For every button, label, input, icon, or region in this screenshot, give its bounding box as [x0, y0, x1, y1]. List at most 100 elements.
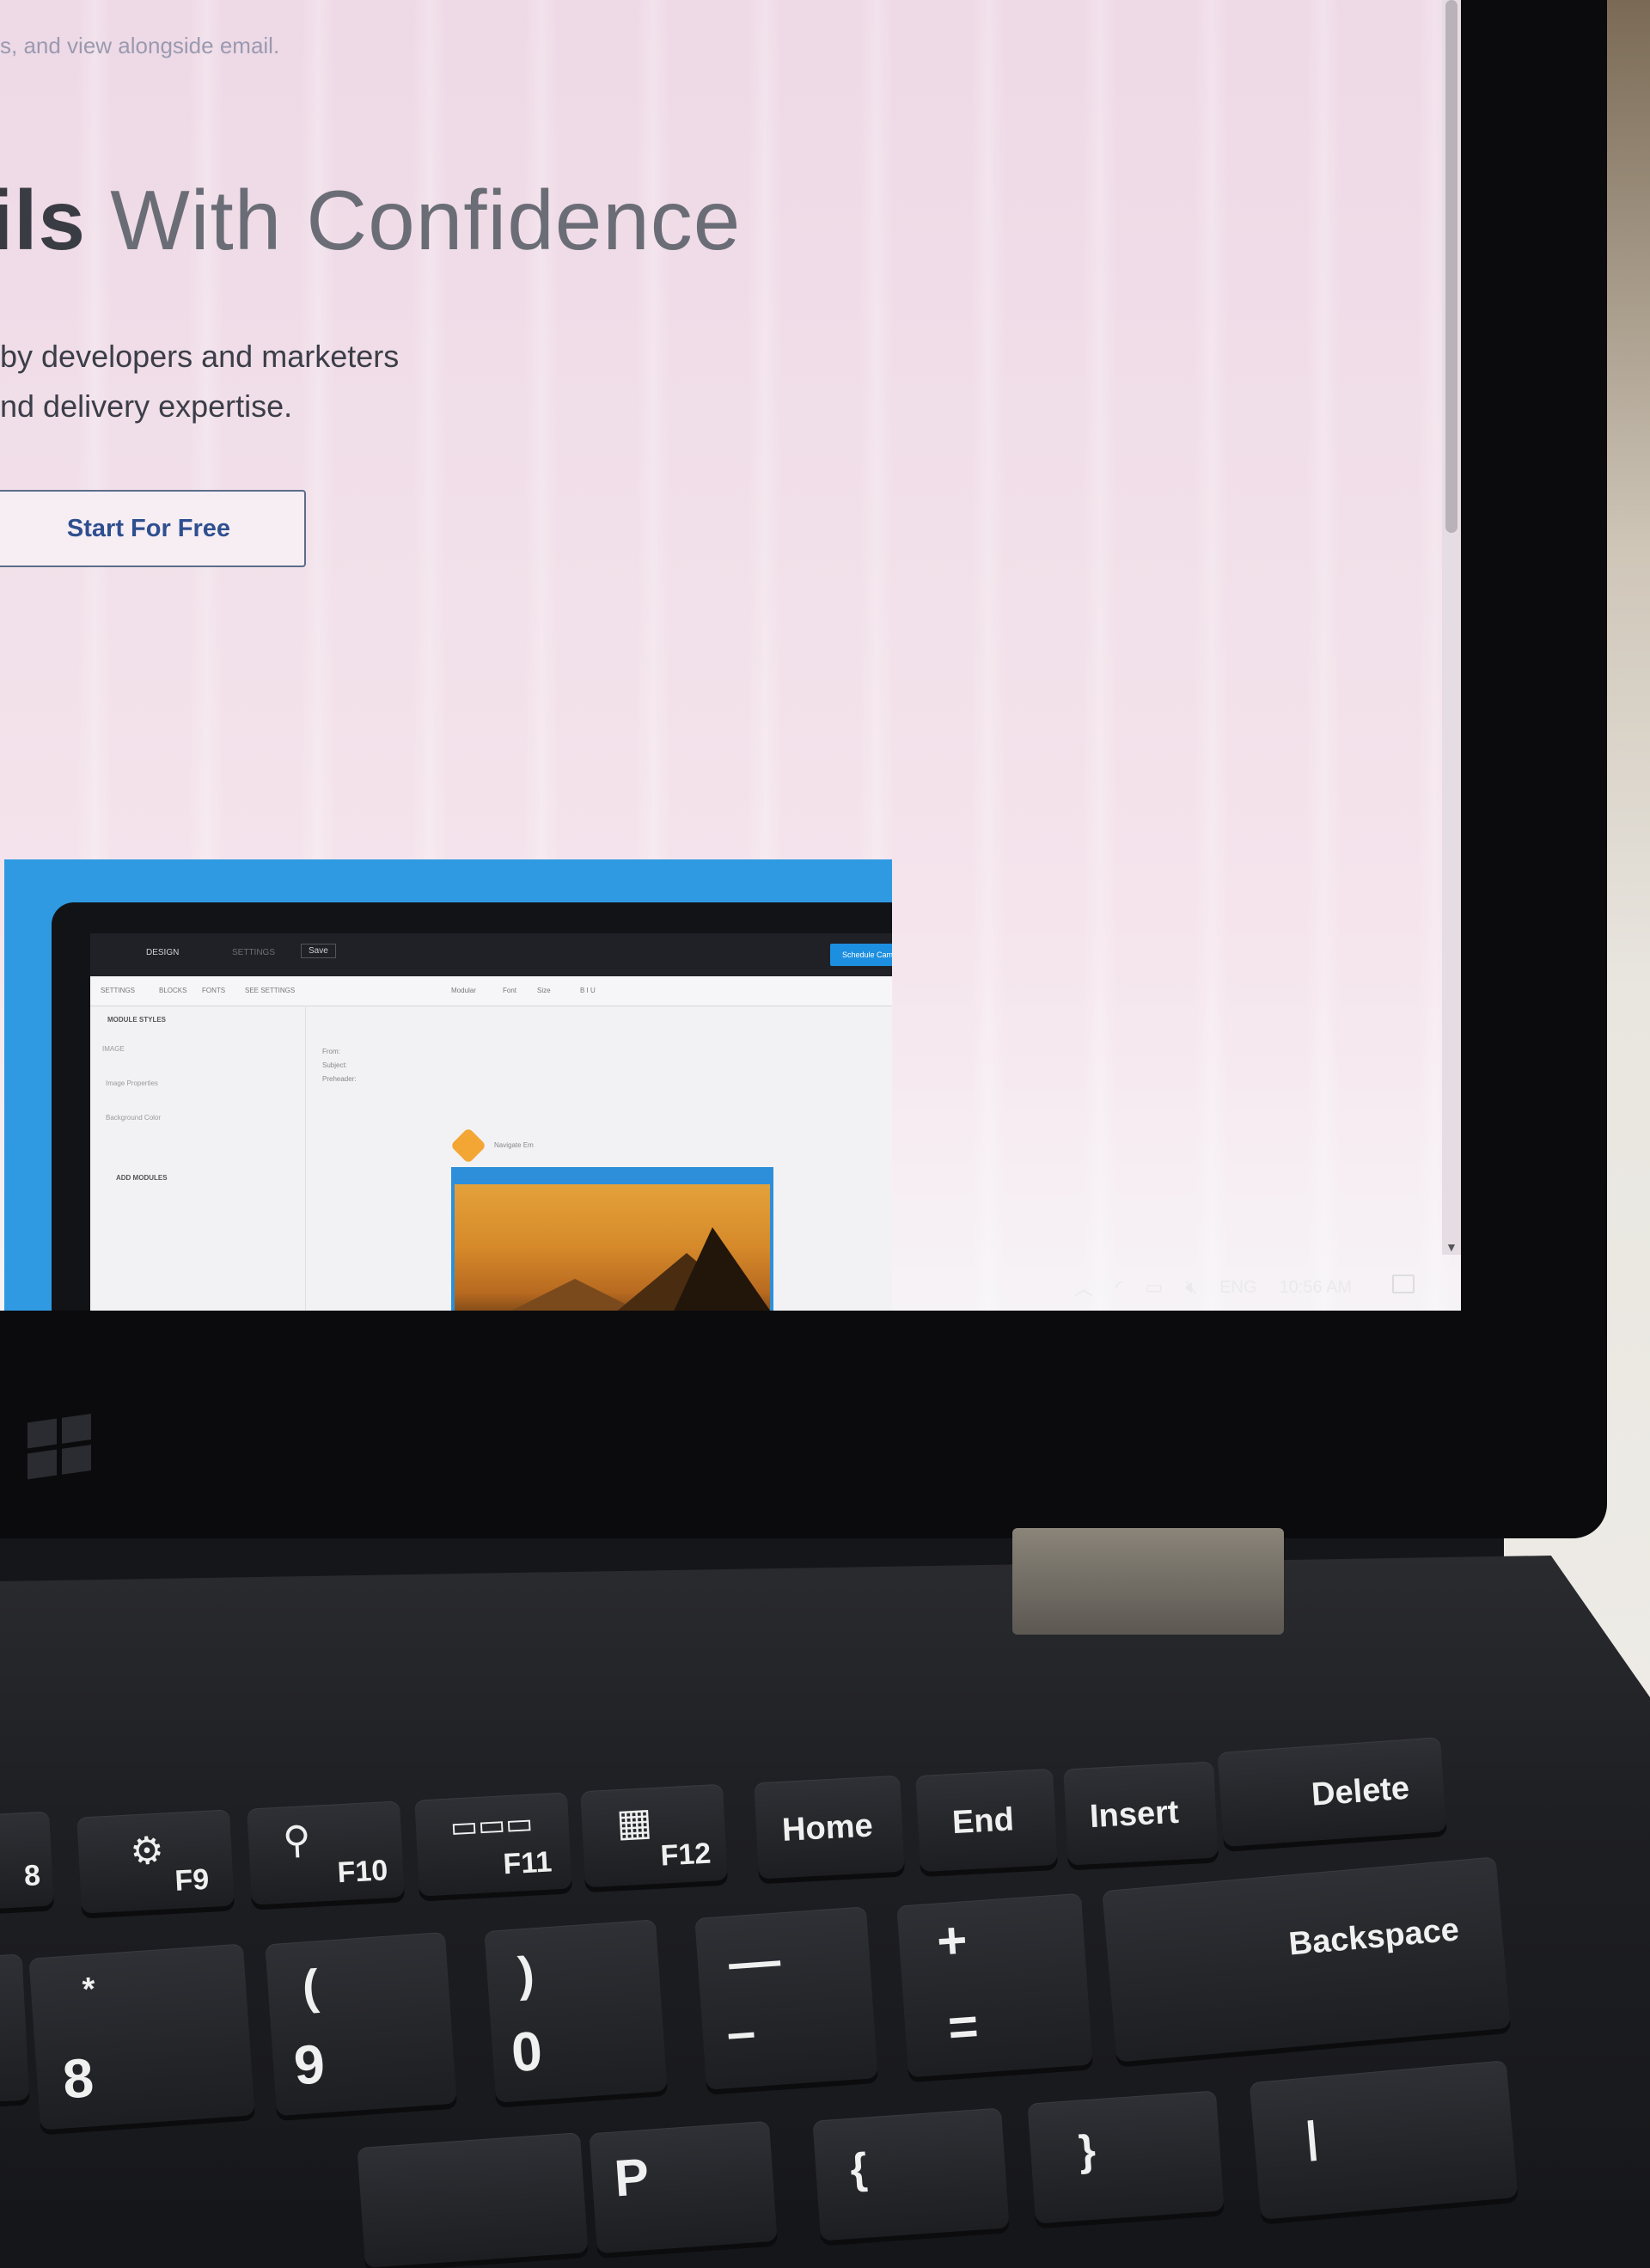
preview-toolbar-item: B I U: [580, 987, 596, 994]
hero-subtitle-line2: nd delivery expertise.: [0, 388, 293, 424]
key-label: 0: [509, 2019, 545, 2084]
preview-subject-line: Subject:: [322, 1061, 347, 1069]
clock[interactable]: 10:56 AM: [1280, 1278, 1353, 1298]
key-insert[interactable]: Insert: [1063, 1761, 1219, 1866]
key-label: +: [934, 1910, 969, 1971]
key-f11[interactable]: ▭▭▭ F11: [414, 1792, 572, 1897]
scrollbar-thumb[interactable]: [1445, 0, 1458, 533]
preview-toolbar-item: SETTINGS: [101, 987, 136, 994]
key-equals[interactable]: + =: [896, 1892, 1093, 2078]
preview-sunset-image: [455, 1184, 790, 1311]
search-icon: ⚲: [281, 1818, 312, 1862]
key-o[interactable]: [357, 2132, 589, 2268]
key-9[interactable]: (9: [265, 1931, 457, 2117]
preview-image-module: [451, 1167, 790, 1311]
key-backspace[interactable]: Backspace: [1102, 1856, 1511, 2063]
page-scrollbar[interactable]: ▼: [1442, 0, 1461, 1255]
preview-tab-design: DESIGN: [146, 948, 180, 957]
hero-heading-rest: With Confidence: [85, 173, 742, 267]
preview-sender-avatar: [449, 1127, 487, 1165]
key-label: Delete: [1310, 1770, 1411, 1813]
key-label: Backspace: [1286, 1911, 1461, 1963]
key-minus[interactable]: — –: [694, 1906, 878, 2090]
preview-toolbar: SETTINGS BLOCKS FONTS SEE SETTINGS Modul…: [90, 976, 892, 1006]
preview-monitor: DESIGN SETTINGS Save Schedule Campaign S…: [52, 902, 892, 1311]
language-indicator[interactable]: ENG: [1219, 1278, 1256, 1298]
battery-icon[interactable]: ▭: [1146, 1276, 1164, 1299]
preview-schedule-button: Schedule Campaign: [829, 944, 892, 966]
key-end[interactable]: End: [915, 1768, 1058, 1873]
preview-tab-settings: SETTINGS: [232, 948, 276, 957]
preview-toolbar-item: BLOCKS: [159, 987, 187, 994]
key-f10[interactable]: ⚲ F10: [247, 1800, 405, 1905]
key-label: }: [1077, 2125, 1097, 2175]
key-label: End: [951, 1801, 1015, 1842]
laptop-hinge: [1012, 1528, 1284, 1635]
scroll-down-arrow-icon[interactable]: ▼: [1445, 1241, 1458, 1253]
chevron-up-icon[interactable]: ︿: [1074, 1274, 1093, 1301]
preview-toolbar-item: Modular: [451, 987, 476, 994]
key-label: 9: [291, 2033, 327, 2097]
windows-icon: ▭▭▭: [449, 1806, 535, 1844]
key-right-brace[interactable]: }: [1027, 2090, 1225, 2224]
preview-toolbar-item: FONTS: [202, 987, 226, 994]
gear-icon: ⚙: [129, 1829, 166, 1874]
preview-save-button: Save: [301, 944, 336, 958]
notification-center-icon[interactable]: [1392, 1275, 1415, 1293]
preview-sidebar-heading: ADD MODULES: [116, 1174, 168, 1182]
preview-sidebar-label: IMAGE: [102, 1045, 125, 1053]
wifi-icon[interactable]: ◜: [1115, 1276, 1123, 1299]
mountain-shape: [661, 1227, 790, 1311]
grid-icon: ▦: [614, 1800, 653, 1845]
preview-email-headers: From: Subject: Preheader:: [322, 1045, 357, 1086]
preview-from-line: From:: [322, 1048, 340, 1055]
key-0[interactable]: ) 0: [484, 1919, 668, 2103]
key-backslash[interactable]: |: [1249, 2060, 1519, 2220]
system-tray: ︿ ◜ ▭ 🔇︎ ENG 10:56 AM: [1074, 1268, 1352, 1306]
preview-sidebar-label: Image Properties: [106, 1079, 158, 1087]
start-for-free-button[interactable]: Start For Free: [0, 490, 306, 567]
preview-sidebar-label: Background Color: [106, 1114, 162, 1122]
key-label: ): [516, 1946, 536, 2002]
preview-toolbar-item: SEE SETTINGS: [245, 987, 296, 994]
key-home[interactable]: Home: [754, 1775, 905, 1880]
key-label: P: [612, 2147, 651, 2208]
key-label: –: [724, 2002, 758, 2062]
key-label: {: [848, 2143, 869, 2193]
key-8[interactable]: * 8: [28, 1943, 255, 2130]
preview-app-topbar: DESIGN SETTINGS Save Schedule Campaign: [90, 933, 892, 976]
key-left-brace[interactable]: {: [812, 2107, 1010, 2241]
key-label: Insert: [1089, 1794, 1180, 1836]
hero-heading: ils With Confidence: [0, 172, 741, 269]
preview-app-window: DESIGN SETTINGS Save Schedule Campaign S…: [90, 933, 892, 1311]
key-f9[interactable]: ⚙ F9: [76, 1809, 235, 1914]
key-label: 8: [60, 2046, 96, 2111]
key-label: =: [945, 1996, 981, 2057]
key-label: F10: [336, 1854, 389, 1890]
key-label: Home: [781, 1807, 874, 1849]
preview-toolbar-item: Font: [503, 987, 517, 994]
preview-sidebar-heading: MODULE STYLES: [107, 1016, 167, 1024]
volume-muted-icon[interactable]: 🔇︎: [1185, 1276, 1197, 1299]
key-label: |: [1303, 2112, 1320, 2161]
key-f12[interactable]: ▦ F12: [580, 1783, 728, 1888]
key-label: 8: [23, 1859, 41, 1893]
laptop-lid: s, and view alongside email. ils With Co…: [0, 0, 1607, 1538]
preview-toolbar-item: Size: [537, 987, 551, 994]
preview-preheader-line: Preheader:: [322, 1075, 357, 1083]
product-preview: DESIGN SETTINGS Save Schedule Campaign S…: [4, 859, 892, 1311]
key-p[interactable]: P: [589, 2120, 778, 2254]
key-label: F9: [174, 1862, 211, 1898]
preview-sender-name: Navigate Em: [494, 1141, 534, 1149]
hero-heading-bold: ils: [0, 173, 86, 267]
key-f8[interactable]: 8: [0, 1811, 54, 1910]
key-label: —: [726, 1930, 783, 1992]
key-label: F12: [659, 1837, 712, 1873]
key-label: (: [300, 1959, 321, 2014]
key-label: *: [81, 1971, 97, 2008]
preview-sidebar: MODULE STYLES IMAGE Image Properties Bac…: [90, 1006, 306, 1311]
key-delete[interactable]: Delete: [1217, 1737, 1447, 1847]
hero-tagline: s, and view alongside email.: [0, 33, 280, 58]
browser-viewport[interactable]: s, and view alongside email. ils With Co…: [0, 0, 1461, 1311]
key-label: F11: [502, 1845, 553, 1881]
